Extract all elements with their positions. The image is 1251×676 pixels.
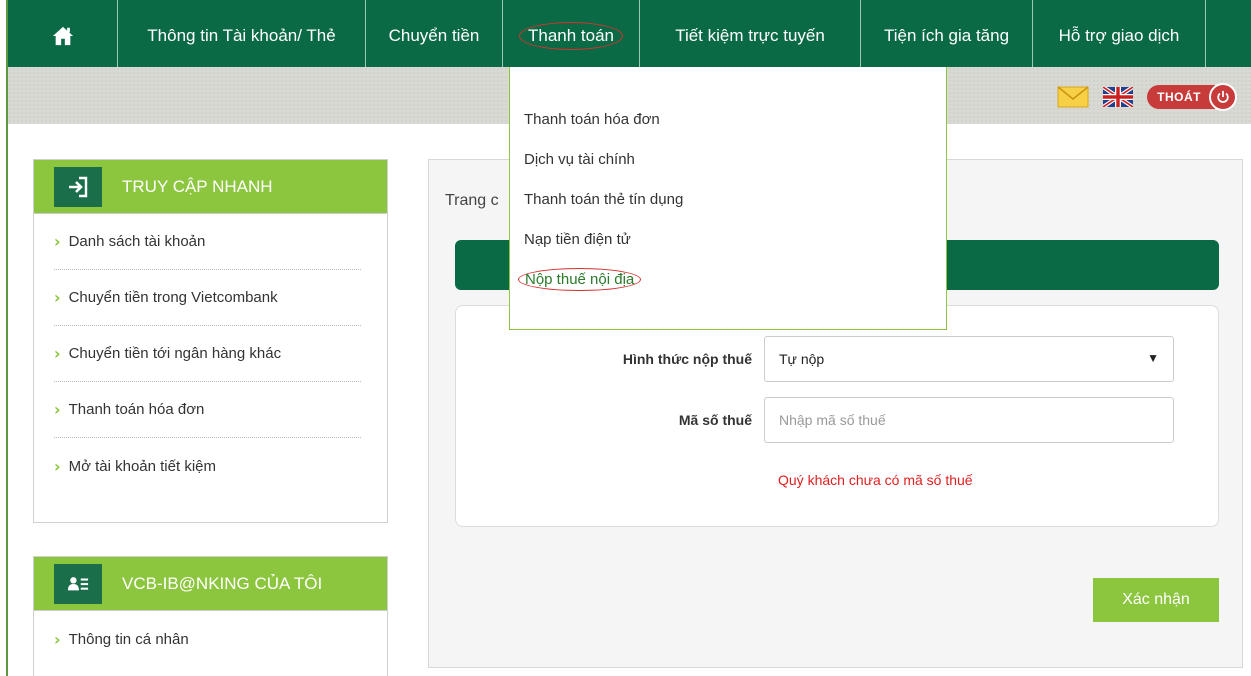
quick-link-label: Danh sách tài khoản [68, 233, 206, 250]
tax-code-label: Mã số thuế [678, 412, 752, 428]
quick-access-header: TRUY CẬP NHANH [34, 160, 387, 214]
quick-access-list: › Danh sách tài khoản › Chuyển tiền trong … [34, 214, 387, 494]
my-banking-header: VCB-IB@NKING CỦA TÔI [34, 557, 387, 611]
quick-link-account-list[interactable]: › Danh sách tài khoản [54, 214, 361, 270]
menu-item-e-topup[interactable]: Nạp tiền điện tử [510, 219, 946, 259]
menu-item-domestic-tax[interactable]: Nộp thuế nội địa [510, 259, 946, 299]
sign-in-icon [54, 166, 102, 207]
tax-form-card: Hình thức nộp thuế Tự nộp ▼ Mã số thuế Q… [455, 305, 1219, 527]
nav-label: Hỗ trợ giao dịch [1058, 25, 1180, 45]
quick-link-external-transfer[interactable]: › Chuyển tiền tới ngân hàng khác [54, 326, 361, 382]
caret-down-icon: ▼ [1147, 351, 1159, 365]
home-icon [52, 26, 73, 45]
chevron-right-icon: › [54, 629, 61, 649]
my-banking-title: VCB-IB@NKING CỦA TÔI [122, 573, 323, 593]
my-banking-list: › Thông tin cá nhân [34, 611, 387, 667]
logout-button[interactable]: THOÁT [1147, 83, 1237, 111]
nav-label: Thông tin Tài khoản/ Thẻ [147, 25, 336, 45]
quick-link-label: Chuyển tiền trong Vietcombank [68, 289, 278, 306]
my-banking-label: Thông tin cá nhân [68, 630, 189, 648]
menu-item-label: Nộp thuế nội địa [518, 267, 642, 291]
tax-code-input[interactable] [764, 397, 1174, 443]
menu-item-label: Thanh toán hóa đơn [524, 110, 660, 128]
quick-access-panel: TRUY CẬP NHANH › Danh sách tài khoản › Chu… [33, 159, 388, 523]
chevron-right-icon: › [54, 232, 61, 251]
chevron-right-icon: › [54, 456, 61, 476]
menu-item-bill-payment[interactable]: Thanh toán hóa đơn [510, 99, 946, 139]
tax-method-value: Tự nộp [779, 351, 825, 367]
menu-item-credit-card-payment[interactable]: Thanh toán thẻ tín dụng [510, 179, 946, 219]
method-label: Hình thức nộp thuế [622, 351, 752, 367]
my-banking-personal-info[interactable]: › Thông tin cá nhân [54, 611, 361, 667]
confirm-button[interactable]: Xác nhận [1093, 578, 1219, 622]
tax-code-row: Mã số thuế [456, 397, 752, 443]
uk-flag-icon[interactable] [1103, 87, 1134, 107]
quick-link-label: Mở tài khoản tiết kiệm [68, 457, 216, 475]
user-card-icon [54, 563, 102, 604]
menu-item-label: Thanh toán thẻ tín dụng [524, 190, 684, 208]
nav-label: Thanh toán [518, 21, 623, 50]
method-row: Hình thức nộp thuế [456, 336, 752, 382]
nav-label: Chuyển tiền [388, 25, 480, 45]
nav-home[interactable] [8, 0, 118, 67]
quick-access-title: TRUY CẬP NHANH [122, 176, 273, 196]
mail-icon[interactable] [1057, 86, 1089, 108]
nav-online-saving[interactable]: Tiết kiệm trực tuyến [640, 0, 861, 67]
menu-item-label: Nạp tiền điện tử [524, 230, 631, 248]
power-icon [1209, 83, 1237, 111]
quick-link-label: Thanh toán hóa đơn [68, 401, 205, 418]
nav-label: Tiện ích gia tăng [883, 25, 1010, 45]
tax-method-select[interactable]: Tự nộp ▼ [764, 336, 1174, 382]
logout-label: THOÁT [1147, 85, 1215, 109]
quick-link-label: Chuyển tiền tới ngân hàng khác [68, 345, 282, 362]
top-navigation: Thông tin Tài khoản/ Thẻ Chuyển tiền Tha… [8, 0, 1251, 67]
quick-link-open-savings[interactable]: › Mở tài khoản tiết kiệm [54, 438, 361, 494]
nav-transfer[interactable]: Chuyển tiền [366, 0, 503, 67]
quick-link-internal-transfer[interactable]: › Chuyển tiền trong Vietcombank [54, 270, 361, 326]
chevron-right-icon: › [54, 400, 61, 419]
my-banking-panel: VCB-IB@NKING CỦA TÔI › Thông tin cá nhân [33, 556, 388, 676]
breadcrumb[interactable]: Trang c [445, 192, 499, 210]
nav-label: Tiết kiệm trực tuyến [675, 25, 825, 45]
nav-payment[interactable]: Thanh toán [503, 0, 640, 67]
quick-link-bill-payment[interactable]: › Thanh toán hóa đơn [54, 382, 361, 438]
payment-dropdown-menu: Thanh toán hóa đơn Dịch vụ tài chính Tha… [509, 67, 947, 330]
nav-account-card[interactable]: Thông tin Tài khoản/ Thẻ [118, 0, 366, 67]
chevron-right-icon: › [54, 288, 61, 307]
nav-utilities[interactable]: Tiện ích gia tăng [861, 0, 1033, 67]
menu-item-financial-services[interactable]: Dịch vụ tài chính [510, 139, 946, 179]
chevron-right-icon: › [54, 344, 61, 363]
header-tools: THOÁT [1057, 83, 1237, 111]
nav-support[interactable]: Hỗ trợ giao dịch [1033, 0, 1206, 67]
no-tax-code-warning: Quý khách chưa có mã số thuế [778, 472, 973, 488]
menu-item-label: Dịch vụ tài chính [524, 150, 635, 168]
